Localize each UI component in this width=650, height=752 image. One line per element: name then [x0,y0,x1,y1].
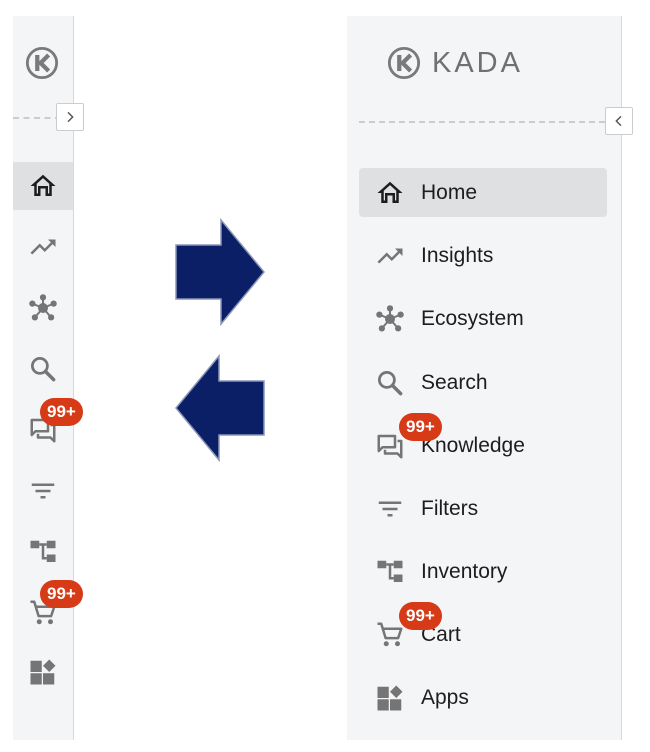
nav-item-apps[interactable]: Apps [359,673,607,722]
nav-item-home[interactable]: Home [359,168,607,217]
search-icon [375,368,405,398]
collapse-sidebar-button[interactable] [605,107,633,135]
nav-item-label: Apps [421,685,469,709]
chevron-right-icon [62,109,78,125]
ecosystem-icon [28,293,58,323]
trending-up-icon [28,232,58,262]
nav-item-cart[interactable]: Cart [359,610,607,659]
chat-icon [375,431,405,461]
kada-logo-icon [387,46,421,80]
nav-item-label: Search [421,370,488,394]
inventory-icon [28,537,58,567]
nav-item-knowledge[interactable]: Knowledge [359,421,607,470]
sidebar-divider [13,117,61,119]
arrow-shape [175,218,265,327]
ecosystem-icon [375,304,405,334]
nav-item-ecosystem[interactable]: Ecosystem [359,294,607,343]
cart-badge: 99+ [40,580,83,608]
filter-icon [28,476,58,506]
collapsed-nav-home[interactable] [13,162,73,210]
collapse-arrow-icon [175,354,265,463]
arrow-shape [175,354,265,463]
collapsed-nav-apps[interactable] [13,648,73,696]
knowledge-badge: 99+ [40,398,83,426]
knowledge-badge: 99+ [399,413,442,441]
cart-icon [375,620,405,650]
cart-badge: 99+ [399,602,442,630]
expand-arrow-icon [175,218,265,327]
nav-item-label: Home [421,180,478,204]
nav-item-insights[interactable]: Insights [359,231,607,280]
brand-name: KADA [432,46,523,79]
nav-item-inventory[interactable]: Inventory [359,547,607,596]
kada-logo-icon [25,46,59,80]
nav-item-search[interactable]: Search [359,358,607,407]
apps-icon [375,683,405,713]
trending-up-icon [375,241,405,271]
inventory-icon [375,557,405,587]
nav-item-label: Filters [421,496,479,520]
collapsed-nav-insights[interactable] [13,223,73,271]
collapsed-nav-filters[interactable] [13,467,73,515]
expand-sidebar-button[interactable] [56,103,84,131]
apps-icon [28,657,58,687]
nav-item-label: Inventory [421,559,508,583]
nav-item-label: Ecosystem [421,306,524,330]
nav-item-filters[interactable]: Filters [359,484,607,533]
sidebar-divider [359,121,605,123]
collapsed-nav-search[interactable] [13,345,73,393]
collapsed-nav-ecosystem[interactable] [13,284,73,332]
chevron-left-icon [611,113,627,129]
filter-icon [375,494,405,524]
search-icon [28,354,58,384]
expanded-sidebar: KADA Home Insights Ecosystem Search Know… [347,16,633,740]
home-icon [28,171,58,201]
nav-item-label: Insights [421,243,494,267]
brand-logo: KADA [387,46,523,80]
collapsed-sidebar: 99+ 99+ [13,16,84,740]
collapsed-nav-inventory[interactable] [13,528,73,576]
home-icon [375,178,405,208]
